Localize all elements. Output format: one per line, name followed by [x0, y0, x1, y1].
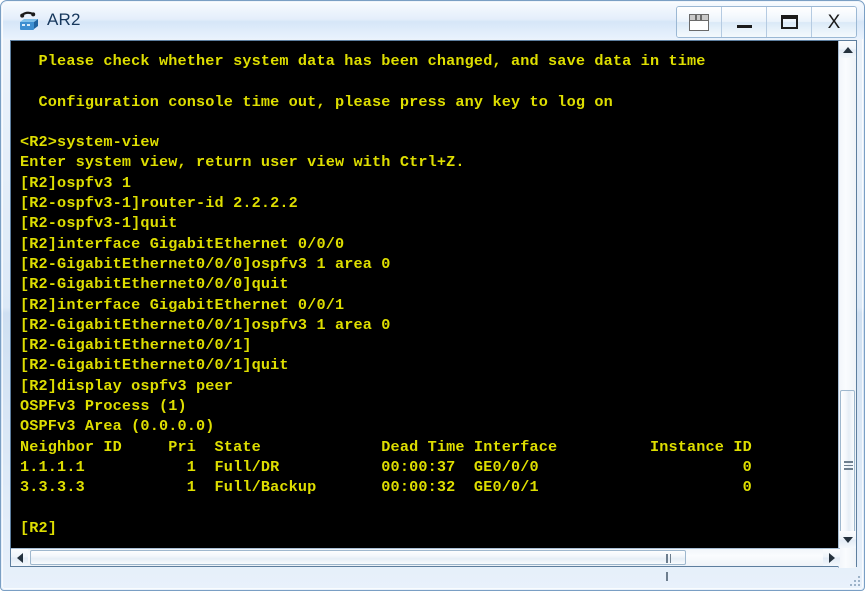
scroll-grip-icon	[844, 461, 853, 471]
chevron-down-icon	[842, 536, 853, 543]
maximize-button[interactable]	[767, 7, 812, 37]
layout-window-icon	[689, 13, 709, 31]
minimize-icon	[736, 25, 752, 28]
chevron-right-icon	[828, 552, 835, 563]
vertical-scroll-thumb[interactable]	[840, 390, 855, 542]
chevron-up-icon	[842, 46, 853, 53]
scroll-right-button[interactable]	[823, 549, 840, 566]
close-button[interactable]: X	[812, 7, 856, 37]
vertical-scrollbar[interactable]	[838, 41, 856, 568]
chevron-left-icon	[16, 552, 23, 563]
console-window: AR2 X Please check whether system data h…	[0, 0, 865, 591]
terminal-screen[interactable]: Please check whether system data has bee…	[11, 41, 840, 550]
scroll-down-button[interactable]	[839, 531, 856, 548]
maximize-icon	[780, 15, 798, 29]
window-title: AR2	[47, 10, 81, 29]
terminal-frame: Please check whether system data has bee…	[10, 40, 857, 581]
router-device-icon	[20, 11, 38, 30]
horizontal-scrollbar[interactable]	[11, 548, 840, 581]
terminal-output: Please check whether system data has bee…	[20, 52, 752, 537]
scroll-left-button[interactable]	[11, 549, 28, 566]
resize-grip-icon[interactable]	[847, 573, 860, 586]
title-bar[interactable]: AR2 X	[3, 3, 864, 39]
close-icon: X	[827, 11, 841, 33]
scroll-up-button[interactable]	[839, 41, 856, 58]
scroll-grip-icon-horizontal	[666, 553, 676, 581]
minimize-button[interactable]	[722, 7, 767, 37]
window-controls: X	[676, 6, 857, 38]
layout-restore-button[interactable]	[677, 7, 722, 37]
horizontal-scroll-thumb[interactable]	[30, 550, 686, 581]
